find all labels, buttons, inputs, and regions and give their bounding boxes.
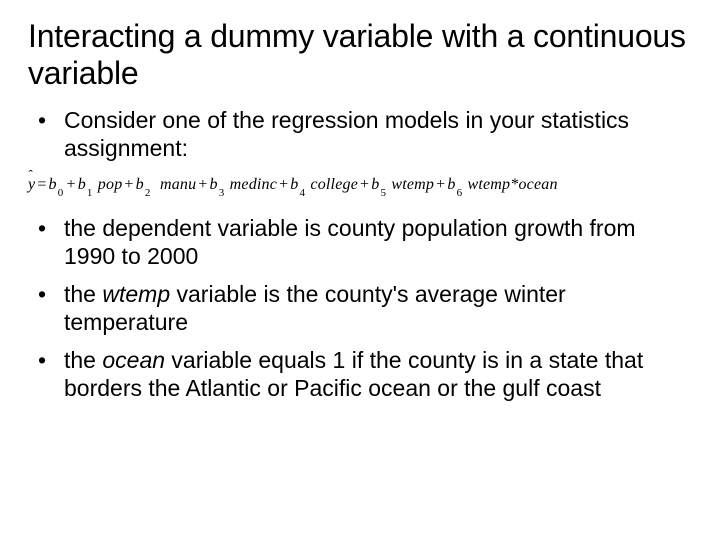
plus-sign: +	[277, 176, 290, 193]
coef-b: b	[290, 176, 298, 193]
bullet-list-top: Consider one of the regression models in…	[28, 106, 692, 162]
bullet-item: the ocean variable equals 1 if the count…	[28, 346, 692, 402]
coef-b: b	[210, 176, 218, 193]
regression-equation: y=b0+b1 pop+b2 manu+b3 medinc+b4 college…	[28, 176, 692, 196]
bullet-item: the wtemp variable is the county's avera…	[28, 280, 692, 336]
var-college: college	[310, 176, 358, 193]
sub-6: 6	[456, 187, 464, 199]
bullet-italic-term: ocean	[102, 347, 165, 373]
bullet-text-pre: the	[64, 281, 102, 307]
var-medinc: medinc	[230, 176, 277, 193]
sub-2: 2	[144, 187, 152, 199]
equals-sign: =	[35, 176, 48, 193]
coef-b: b	[78, 176, 86, 193]
sub-4: 4	[299, 187, 307, 199]
plus-sign: +	[64, 176, 77, 193]
sub-3: 3	[218, 187, 226, 199]
plus-sign: +	[196, 176, 209, 193]
bullet-italic-term: wtemp	[102, 281, 170, 307]
var-pop: pop	[98, 176, 123, 193]
plus-sign: +	[122, 176, 135, 193]
plus-sign: +	[358, 176, 371, 193]
var-ocean: ocean	[518, 176, 557, 193]
var-wtemp: wtemp	[391, 176, 434, 193]
coef-b: b	[447, 176, 455, 193]
coef-b: b	[49, 176, 57, 193]
sub-0: 0	[57, 187, 65, 199]
sub-1: 1	[86, 187, 94, 199]
var-manu: manu	[160, 176, 196, 193]
bullet-text-pre: the	[64, 347, 102, 373]
var-wtemp: wtemp	[467, 176, 510, 193]
sub-5: 5	[379, 187, 387, 199]
coef-b: b	[136, 176, 144, 193]
slide-title: Interacting a dummy variable with a cont…	[28, 18, 692, 92]
bullet-item: Consider one of the regression models in…	[28, 106, 692, 162]
y-hat: y	[28, 176, 35, 194]
bullet-item: the dependent variable is county populat…	[28, 214, 692, 270]
bullet-list-bottom: the dependent variable is county populat…	[28, 214, 692, 402]
plus-sign: +	[434, 176, 447, 193]
